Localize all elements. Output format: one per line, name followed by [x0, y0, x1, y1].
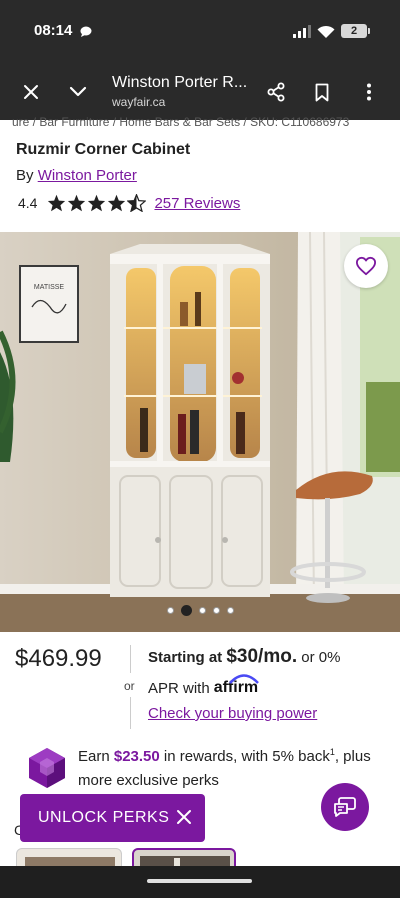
cabinet-photo: MATISSE — [0, 232, 400, 632]
product-image-carousel[interactable]: MATISSE — [0, 232, 400, 632]
monthly-price: $30/mo. — [226, 646, 298, 667]
affirm-logo: affirm — [214, 674, 259, 697]
carousel-dot[interactable] — [166, 607, 174, 614]
chat-icon — [334, 797, 356, 817]
affirm-arc-icon — [228, 674, 259, 684]
status-indicators: 2 — [293, 24, 370, 38]
share-icon[interactable] — [262, 78, 290, 106]
product-price: $469.99 — [15, 645, 102, 672]
tab-title: Winston Porter R... — [112, 74, 248, 91]
carousel-dot-active[interactable] — [180, 605, 192, 616]
bookmark-icon[interactable] — [308, 78, 336, 106]
chevron-down-icon[interactable] — [64, 78, 92, 106]
or-label: or — [124, 679, 135, 693]
star-icon — [88, 194, 106, 212]
more-vert-icon[interactable] — [355, 78, 383, 106]
star-icon — [68, 194, 86, 212]
star-icon — [48, 194, 66, 212]
apr-text: APR with — [148, 679, 210, 697]
poster-text: MATISSE — [34, 284, 65, 291]
rewards-gem-icon — [29, 748, 65, 788]
financing-prefix: Starting at — [148, 649, 227, 666]
star-icon — [108, 194, 126, 212]
battery-icon: 2 — [341, 24, 370, 38]
check-buying-power-link[interactable]: Check your buying power — [148, 705, 317, 722]
carousel-dots — [0, 605, 400, 616]
rating-value: 4.4 — [18, 195, 38, 211]
carousel-dot[interactable] — [198, 607, 206, 614]
divider — [130, 645, 131, 673]
divider — [130, 697, 131, 729]
by-prefix: By — [16, 167, 38, 184]
notification-bubble-icon — [80, 26, 92, 37]
apr-row: APR with affirm — [148, 674, 259, 697]
close-icon[interactable] — [17, 78, 45, 106]
unlock-perks-label: UNLOCK PERKS — [38, 809, 170, 826]
rewards-amount: $23.50 — [113, 748, 160, 765]
browser-toolbar: Winston Porter R... wayfair.ca — [0, 64, 400, 120]
signal-icon — [293, 24, 311, 38]
reviews-link[interactable]: 257 Reviews — [154, 195, 240, 212]
wifi-icon — [317, 25, 335, 38]
carousel-dot[interactable] — [212, 607, 220, 614]
star-rating — [47, 194, 147, 212]
financing-offer: Starting at $30/mo. or 0% — [148, 646, 340, 668]
product-title: Ruzmir Corner Cabinet — [16, 141, 191, 158]
close-icon[interactable] — [175, 808, 193, 826]
status-bar: 08:14 2 — [0, 0, 400, 64]
carousel-dot[interactable] — [226, 607, 234, 614]
battery-level: 2 — [341, 24, 367, 38]
system-nav-bar — [0, 866, 400, 898]
heart-icon — [355, 256, 376, 276]
brand-link[interactable]: Winston Porter — [38, 167, 137, 184]
page-url[interactable]: wayfair.ca — [112, 95, 165, 109]
breadcrumb[interactable]: ure / Bar Furniture / Home Bars & Bar Se… — [12, 116, 400, 130]
rating-row: 4.4 257 Reviews — [18, 194, 240, 212]
favorite-button[interactable] — [344, 244, 388, 288]
chat-button[interactable] — [321, 783, 369, 831]
unlock-perks-button[interactable]: UNLOCK PERKS — [20, 794, 205, 842]
financing-or: or 0% — [297, 649, 341, 666]
brand-line: By Winston Porter — [16, 167, 137, 184]
home-gesture-handle[interactable] — [147, 879, 252, 883]
status-time: 08:14 — [34, 22, 73, 39]
half-star-icon — [127, 194, 147, 212]
